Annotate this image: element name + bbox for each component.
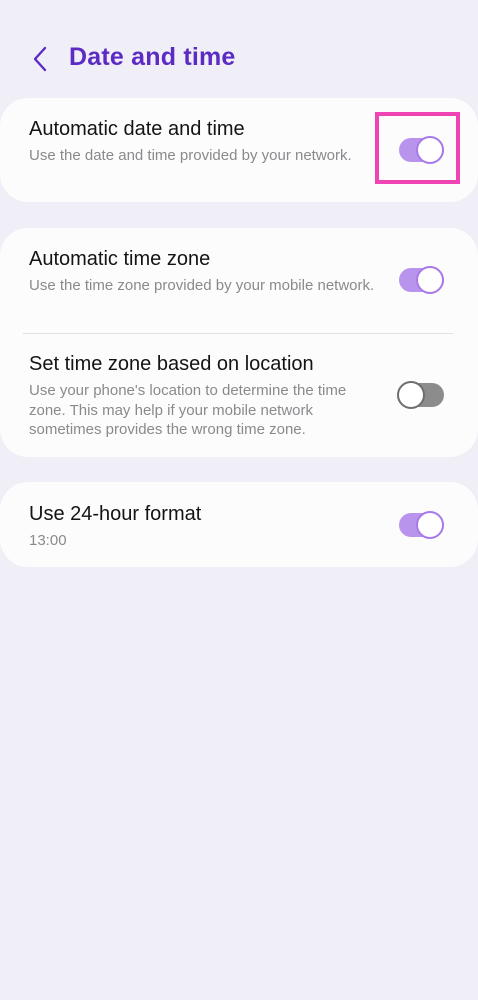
back-button[interactable] bbox=[24, 40, 56, 78]
format-24h-toggle[interactable] bbox=[399, 511, 444, 539]
chevron-left-icon bbox=[33, 46, 47, 72]
auto-date-time-title: Automatic date and time bbox=[29, 118, 245, 140]
format-24h-row[interactable]: Use 24-hour format 13:00 bbox=[0, 482, 478, 567]
location-time-zone-description: Use your phone's location to determine t… bbox=[29, 382, 347, 438]
format-24h-title: Use 24-hour format bbox=[29, 503, 202, 525]
auto-time-zone-toggle[interactable] bbox=[399, 266, 444, 294]
auto-date-time-description: Use the date and time provided by your n… bbox=[29, 147, 352, 164]
settings-card-auto-date: Automatic date and time Use the date and… bbox=[0, 98, 478, 202]
auto-time-zone-title: Automatic time zone bbox=[29, 248, 211, 270]
location-time-zone-row[interactable]: Set time zone based on location Use your… bbox=[0, 334, 478, 457]
auto-time-zone-row[interactable]: Automatic time zone Use the time zone pr… bbox=[0, 228, 478, 333]
toggle-knob bbox=[416, 266, 444, 294]
page-title: Date and time bbox=[69, 43, 236, 71]
settings-card-format: Use 24-hour format 13:00 bbox=[0, 482, 478, 567]
toggle-knob bbox=[416, 136, 444, 164]
toggle-knob bbox=[416, 511, 444, 539]
toggle-knob bbox=[397, 381, 425, 409]
format-24h-example: 13:00 bbox=[29, 532, 67, 549]
location-time-zone-title: Set time zone based on location bbox=[29, 353, 314, 375]
auto-date-time-toggle[interactable] bbox=[399, 136, 444, 164]
location-time-zone-toggle[interactable] bbox=[397, 381, 444, 409]
auto-time-zone-description: Use the time zone provided by your mobil… bbox=[29, 277, 375, 294]
auto-date-time-row[interactable]: Automatic date and time Use the date and… bbox=[0, 98, 478, 202]
settings-card-time-zone: Automatic time zone Use the time zone pr… bbox=[0, 228, 478, 457]
